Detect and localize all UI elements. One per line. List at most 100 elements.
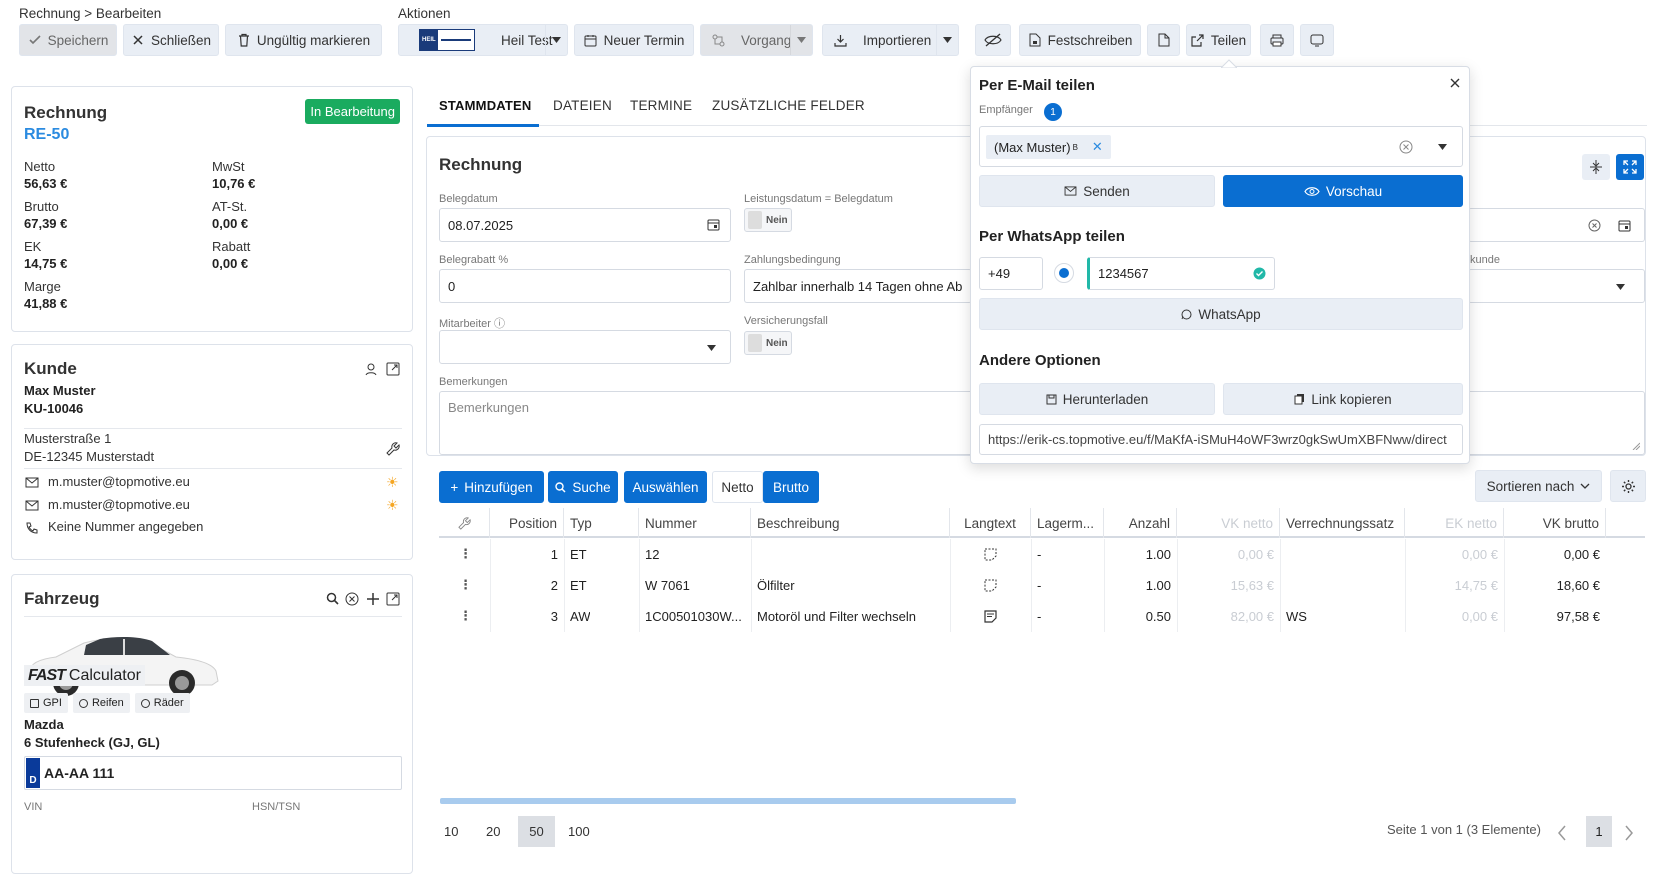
license-plate[interactable]: D AA-AA 111 (24, 756, 402, 790)
add-position-button[interactable]: + Hinzufügen (439, 471, 544, 503)
column-header[interactable]: VK netto (1177, 508, 1280, 538)
download-button[interactable]: Herunterladen (979, 383, 1215, 415)
horizontal-scrollbar[interactable] (440, 798, 1016, 804)
calendar-icon[interactable] (1618, 219, 1631, 232)
print-button[interactable] (1260, 24, 1294, 56)
close-icon[interactable] (1449, 77, 1461, 89)
column-header[interactable]: Anzahl (1104, 508, 1177, 538)
chevron-left-icon[interactable] (1557, 825, 1567, 841)
invoice-title: Rechnung (24, 103, 108, 122)
column-header[interactable]: EK netto (1405, 508, 1504, 538)
date-field-right[interactable] (1468, 208, 1645, 242)
note-icon[interactable] (984, 548, 997, 561)
recipients-input[interactable]: (Max Muster) B ✕ (979, 126, 1463, 167)
phone-field[interactable]: 1234567 (1087, 257, 1275, 290)
row-menu-icon[interactable]: ⋮ (459, 608, 472, 624)
table-row[interactable]: ⋮ 1 ET 12 - 1.00 0,00 € 0,00 € 0,00 € (439, 539, 1645, 570)
save-button[interactable]: Speichern (19, 24, 117, 56)
search-icon[interactable] (326, 592, 339, 605)
table-row[interactable]: ⋮ 2 ET W 7061 Ölfilter - 1.00 15,63 € 14,75 € 18,… (439, 570, 1645, 601)
customer-email-2[interactable]: m.muster@topmotive.eu (48, 497, 190, 512)
clear-icon[interactable] (1399, 140, 1413, 154)
sort-button[interactable]: Sortieren nach (1475, 470, 1602, 502)
hide-button[interactable] (975, 24, 1011, 56)
page-size-20[interactable]: 20 (482, 816, 504, 847)
column-header[interactable]: Lagerm... (1031, 508, 1104, 538)
row-menu-icon[interactable]: ⋮ (459, 577, 472, 593)
page-size-100[interactable]: 100 (564, 816, 594, 847)
page-size-10[interactable]: 10 (440, 816, 462, 847)
zahlungsbedingung-field[interactable]: Zahlbar innerhalb 14 Tagen ohne Ab (744, 269, 972, 303)
belegdatum-field[interactable]: 08.07.2025 (439, 208, 731, 242)
import-dropdown[interactable] (936, 25, 958, 55)
screen-button[interactable] (1300, 24, 1334, 56)
process-button[interactable]: Vorgang (700, 24, 813, 56)
column-settings[interactable] (439, 508, 490, 538)
commit-button[interactable]: Festschreiben (1019, 24, 1141, 56)
column-header[interactable]: Nummer (639, 508, 751, 538)
calendar-icon[interactable] (707, 218, 720, 231)
vehicle-tag[interactable]: GPI (24, 693, 68, 713)
resize-handle-icon[interactable] (1632, 442, 1640, 450)
tab-zusätzliche-felder[interactable]: ZUSÄTZLICHE FELDER (712, 98, 865, 113)
settings-button[interactable] (1610, 470, 1646, 502)
whatsapp-button[interactable]: WhatsApp (979, 298, 1463, 330)
note-icon[interactable] (984, 579, 997, 592)
country-flag-radio[interactable] (1054, 263, 1074, 283)
send-button[interactable]: Senden (979, 175, 1215, 207)
switch-customer-icon[interactable] (364, 362, 378, 376)
collapse-button[interactable] (1582, 154, 1610, 180)
netto-toggle[interactable]: Netto (712, 471, 763, 503)
note-filled-icon[interactable] (983, 610, 997, 623)
invalidate-button[interactable]: Ungültig markieren (225, 24, 382, 56)
tab-stammdaten[interactable]: STAMMDATEN (439, 98, 532, 113)
open-external-icon[interactable] (386, 362, 400, 376)
company-dropdown[interactable] (545, 25, 567, 55)
kunde-select-right[interactable] (1468, 269, 1645, 303)
close-button[interactable]: Schließen (123, 24, 219, 56)
country-code-field[interactable]: +49 (979, 257, 1043, 290)
caret-down-icon[interactable] (1438, 144, 1447, 150)
tab-termine[interactable]: TERMINE (630, 98, 692, 113)
search-button[interactable]: Suche (548, 471, 618, 503)
select-button[interactable]: Auswählen (624, 471, 707, 503)
belegrabatt-field[interactable]: 0 (439, 269, 731, 303)
remove-recipient-icon[interactable]: ✕ (1092, 139, 1103, 155)
page-size-50[interactable]: 50 (518, 816, 555, 847)
leistungsdatum-toggle[interactable]: Nein (744, 208, 792, 232)
document-button[interactable] (1147, 24, 1180, 56)
open-external-icon[interactable] (386, 592, 400, 606)
copy-link-button[interactable]: Link kopieren (1223, 383, 1463, 415)
customer-name: Max Muster (24, 383, 96, 398)
customer-email-1[interactable]: m.muster@topmotive.eu (48, 474, 190, 489)
vehicle-tag[interactable]: Räder (134, 693, 190, 713)
clear-icon[interactable] (1588, 219, 1601, 232)
column-header[interactable]: Position (490, 508, 564, 538)
import-button[interactable]: Importieren (822, 24, 959, 56)
plus-icon[interactable] (366, 592, 380, 606)
column-header[interactable]: VK brutto (1504, 508, 1606, 538)
column-header[interactable]: Beschreibung (751, 508, 950, 538)
whatsapp-share-title: Per WhatsApp teilen (979, 228, 1125, 245)
share-link-field[interactable]: https://erik-cs.topmotive.eu/f/MaKfA-iSM… (979, 424, 1463, 455)
chevron-right-icon[interactable] (1624, 825, 1634, 841)
row-menu-icon[interactable]: ⋮ (459, 546, 472, 562)
tab-dateien[interactable]: DATEIEN (553, 98, 612, 113)
wrench-icon[interactable] (386, 442, 400, 456)
share-button[interactable]: Teilen (1186, 24, 1251, 56)
column-header[interactable]: Langtext (950, 508, 1031, 538)
versicherungsfall-toggle[interactable]: Nein (744, 331, 792, 355)
brutto-toggle[interactable]: Brutto (763, 471, 819, 503)
expand-button[interactable] (1616, 154, 1644, 180)
process-dropdown[interactable] (790, 25, 812, 55)
vehicle-tag[interactable]: Reifen (72, 693, 130, 713)
preview-button[interactable]: Vorschau (1223, 175, 1463, 207)
page-button[interactable]: 1 (1586, 816, 1612, 847)
column-header[interactable]: Typ (564, 508, 639, 538)
column-header[interactable]: Verrechnungssatz (1280, 508, 1405, 538)
table-row[interactable]: ⋮ 3 AW 1C00501030W... Motoröl und Filter wec… (439, 601, 1645, 632)
new-appointment-button[interactable]: Neuer Termin (574, 24, 694, 56)
clear-icon[interactable] (345, 592, 359, 606)
company-button[interactable]: HEIL Heil Test (398, 24, 568, 56)
mitarbeiter-select[interactable] (439, 330, 731, 364)
